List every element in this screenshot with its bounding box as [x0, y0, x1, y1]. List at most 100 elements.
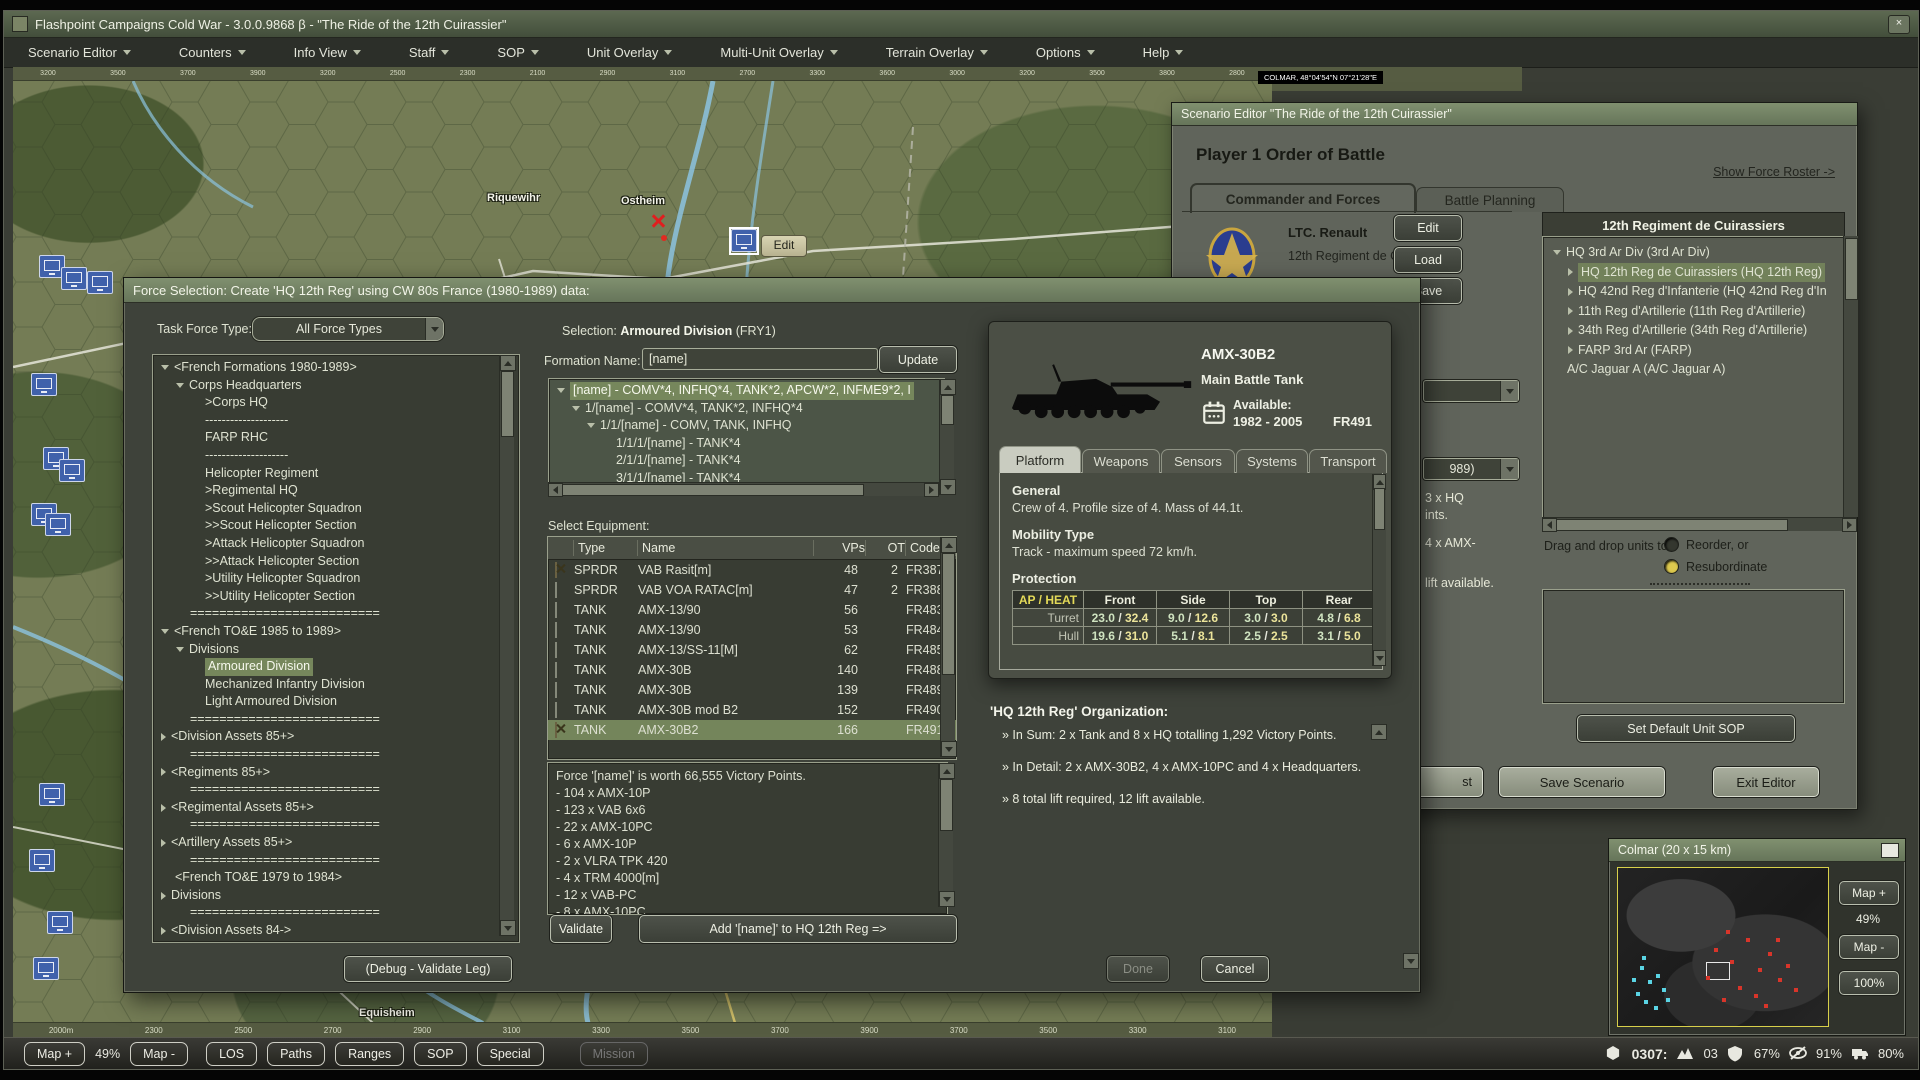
- menu-terrain-overlay[interactable]: Terrain Overlay: [873, 45, 1001, 60]
- summary-vscrollbar[interactable]: [938, 763, 953, 907]
- minimap-zoom-out-button[interactable]: Map -: [1839, 935, 1899, 959]
- unit-counter[interactable]: [61, 267, 87, 290]
- unit-counter[interactable]: [45, 513, 71, 536]
- radio-reorder[interactable]: [1664, 537, 1679, 552]
- tree-item[interactable]: <Regimental Assets 85+>: [157, 799, 519, 817]
- card-vscrollbar[interactable]: [1372, 474, 1386, 666]
- tree-item[interactable]: ==========================: [157, 711, 519, 729]
- tree-item[interactable]: Mechanized Infantry Division: [157, 676, 519, 694]
- equipment-checkbox[interactable]: [555, 622, 557, 638]
- tree-item[interactable]: ==========================: [157, 904, 519, 922]
- tree-item[interactable]: HQ 12th Reg de Cuirassiers (HQ 12th Reg): [1549, 263, 1850, 283]
- statusbar-paths[interactable]: Paths: [267, 1042, 325, 1066]
- equipment-checkbox[interactable]: [555, 602, 557, 618]
- chevron-down-icon[interactable]: [425, 318, 443, 340]
- tree-item[interactable]: <French TO&E 1985 to 1989>: [157, 623, 519, 641]
- clipped-dropdown[interactable]: [1423, 380, 1519, 402]
- tree-item[interactable]: <French Formations 1980-1989>: [157, 359, 519, 377]
- unit-counter[interactable]: [31, 373, 57, 396]
- tree-item[interactable]: <Division Assets 85+>: [157, 728, 519, 746]
- roster-vscrollbar[interactable]: [1843, 236, 1858, 517]
- tree-item[interactable]: Corps Headquarters: [157, 377, 519, 395]
- minimap-scale-button[interactable]: 100%: [1839, 971, 1899, 995]
- tree-item[interactable]: <Regiments 85+>: [157, 764, 519, 782]
- chevron-down-icon[interactable]: [1500, 381, 1518, 401]
- clipped-dropdown-2[interactable]: 989): [1423, 458, 1519, 480]
- unit-counter[interactable]: [29, 849, 55, 872]
- statusbar-map-[interactable]: Map -: [130, 1042, 188, 1066]
- add-formation-button[interactable]: Add '[name]' to HQ 12th Reg =>: [639, 915, 957, 943]
- tree-item[interactable]: <Artillery Assets 85+>: [157, 834, 519, 852]
- tree-item[interactable]: Divisions: [157, 887, 519, 905]
- tab-commander-and-forces[interactable]: Commander and Forces: [1190, 183, 1416, 213]
- equipment-checkbox[interactable]: [555, 562, 557, 578]
- equipment-checkbox[interactable]: [555, 722, 557, 738]
- tree-item[interactable]: 11th Reg d'Artillerie (11th Reg d'Artill…: [1549, 302, 1850, 322]
- equipment-row[interactable]: SPRDRVAB VOA RATAC[m]472FR388: [548, 580, 956, 600]
- catalog-vscrollbar[interactable]: [499, 355, 514, 936]
- unit-counter[interactable]: [731, 229, 757, 252]
- statusbar-ranges[interactable]: Ranges: [335, 1042, 404, 1066]
- tab-sensors[interactable]: Sensors: [1161, 449, 1235, 473]
- equipment-row[interactable]: TANKAMX-13/9056FR483: [548, 600, 956, 620]
- unit-counter[interactable]: [39, 783, 65, 806]
- statusbar-sop[interactable]: SOP: [414, 1042, 466, 1066]
- tree-item[interactable]: ==========================: [157, 781, 519, 799]
- unit-counter[interactable]: [47, 911, 73, 934]
- tab-systems[interactable]: Systems: [1236, 449, 1308, 473]
- exit-editor-button[interactable]: Exit Editor: [1713, 767, 1819, 797]
- tree-item[interactable]: ==========================: [157, 816, 519, 834]
- radio-resubordinate-label[interactable]: Resubordinate: [1686, 560, 1767, 574]
- tree-item[interactable]: Helicopter Regiment: [157, 465, 519, 483]
- tab-battle-planning[interactable]: Battle Planning: [1416, 187, 1564, 212]
- menu-help[interactable]: Help: [1130, 45, 1197, 60]
- tree-item[interactable]: >>Attack Helicopter Section: [157, 553, 519, 571]
- equipment-checkbox[interactable]: [555, 642, 557, 658]
- tree-item[interactable]: 34th Reg d'Artillerie (34th Reg d'Artill…: [1549, 321, 1850, 341]
- minimap-zoom-in-button[interactable]: Map +: [1839, 881, 1899, 905]
- tree-item[interactable]: 1/1/1/[name] - TANK*4: [553, 435, 944, 453]
- menu-sop[interactable]: SOP: [484, 45, 551, 60]
- statusbar-special[interactable]: Special: [477, 1042, 544, 1066]
- tree-item[interactable]: FARP 3rd Ar (FARP): [1549, 341, 1850, 361]
- roster-hscrollbar[interactable]: [1542, 517, 1857, 531]
- show-force-roster-link[interactable]: Show Force Roster ->: [1713, 165, 1835, 179]
- debug-validate-leg-button[interactable]: (Debug - Validate Leg): [344, 956, 512, 982]
- equipment-row[interactable]: TANKAMX-30B2166FR491: [548, 720, 956, 740]
- statusbar-los[interactable]: LOS: [206, 1042, 257, 1066]
- tree-item[interactable]: <French TO&E 1979 to 1984>: [157, 869, 519, 887]
- splitter-handle[interactable]: [1650, 583, 1750, 588]
- radio-resubordinate[interactable]: [1664, 559, 1679, 574]
- tree-item[interactable]: <Division Assets 84->: [157, 922, 519, 940]
- commander-load-button[interactable]: Load: [1394, 247, 1462, 273]
- tree-item[interactable]: 1/1/[name] - COMV, TANK, INFHQ: [553, 417, 944, 435]
- tree-item[interactable]: ==========================: [157, 605, 519, 623]
- tree-item[interactable]: HQ 3rd Ar Div (3rd Ar Div): [1549, 243, 1850, 263]
- organization-vscrollbar[interactable]: [1371, 724, 1385, 854]
- tree-item[interactable]: >Regimental HQ: [157, 482, 519, 500]
- set-default-unit-sop-button[interactable]: Set Default Unit SOP: [1577, 715, 1795, 742]
- tree-item[interactable]: Armoured Division: [157, 658, 519, 676]
- unit-counter[interactable]: [59, 459, 85, 482]
- equipment-checkbox[interactable]: [555, 662, 557, 678]
- tree-item[interactable]: --------------------: [157, 447, 519, 465]
- force-dialog-titlebar[interactable]: Force Selection: Create 'HQ 12th Reg' us…: [124, 278, 1420, 303]
- window-titlebar[interactable]: Flashpoint Campaigns Cold War - 3.0.0.98…: [4, 11, 1918, 38]
- task-force-type-dropdown[interactable]: All Force Types: [252, 317, 444, 341]
- tree-item[interactable]: ==========================: [157, 852, 519, 870]
- tree-item[interactable]: Light Armoured Division: [157, 693, 519, 711]
- tree-item[interactable]: >Attack Helicopter Squadron: [157, 535, 519, 553]
- equipment-vscrollbar[interactable]: [940, 537, 955, 757]
- menu-staff[interactable]: Staff: [396, 45, 463, 60]
- tree-item[interactable]: 2/1/1/[name] - TANK*4: [553, 452, 944, 470]
- tab-weapons[interactable]: Weapons: [1082, 449, 1160, 473]
- cancel-button[interactable]: Cancel: [1201, 956, 1269, 982]
- equipment-row[interactable]: TANKAMX-30B140FR488: [548, 660, 956, 680]
- dialog-scroll-down-icon[interactable]: [1403, 953, 1419, 969]
- minimap-titlebar[interactable]: Colmar (20 x 15 km): [1609, 839, 1905, 862]
- equipment-row[interactable]: TANKAMX-13/SS-11[M]62FR485: [548, 640, 956, 660]
- formation-hscrollbar[interactable]: [548, 482, 939, 496]
- equipment-row[interactable]: TANKAMX-30B139FR489: [548, 680, 956, 700]
- tree-item[interactable]: 1/[name] - COMV*4, TANK*2, INFHQ*4: [553, 400, 944, 418]
- statusbar-map-[interactable]: Map +: [24, 1042, 85, 1066]
